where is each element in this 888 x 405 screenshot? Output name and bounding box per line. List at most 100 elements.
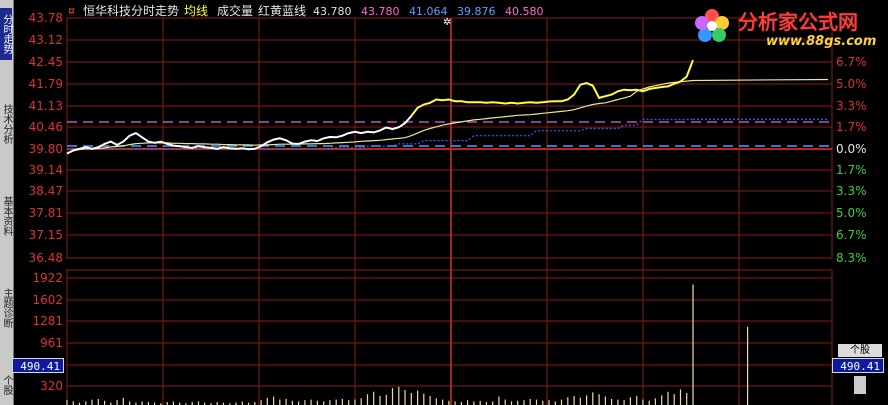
price-line-yellow [410,59,694,117]
volume-bar [586,395,588,405]
volume-bar [692,284,694,405]
flower-logo-icon [694,8,730,44]
volume-bar [129,401,131,405]
volume-bar [97,399,99,405]
volume-bar [510,401,513,405]
left-value-badge: 490.41 [12,358,64,373]
crosshair-marker: ✲ [443,17,451,28]
chart-title: 恒华科技分时走势 [83,4,179,18]
axis-labels: 43.78 43.12 42.45 41.79 41.13 40.46 39.80 39.14… [29,11,867,393]
header-marker: ¤ [68,4,75,17]
series-lines [66,59,829,155]
volume-bar [391,388,394,405]
price-tick-label: 40.46 [29,120,63,134]
volume-bar [679,389,682,405]
price-tick-label: 41.13 [29,99,63,113]
price-tick-label: 36.48 [29,251,63,265]
price-tick-label: 38.47 [29,184,63,198]
volume-tick-label: 1281 [32,314,63,328]
volume-bar [517,400,519,405]
volume-bar [467,400,469,405]
volume-bar [298,401,300,405]
volume-bar [398,386,400,405]
volume-bar [448,400,450,405]
volume-bar [636,396,638,405]
tab-fundamentals[interactable]: 基本资料 [0,188,12,244]
volume-bar [654,398,656,405]
price-tick-label: 39.14 [29,163,63,177]
volume-bar [404,390,406,405]
price-tick-label: 37.15 [29,228,63,242]
volume-bar [273,396,275,405]
volume-bar [535,399,538,405]
tab-technical[interactable]: 技术分析 [0,96,12,152]
price-tick-label: 37.81 [29,206,63,220]
volume-bar [604,396,606,405]
price-tick-label: 42.45 [29,55,63,69]
sidebar: 分时走势 技术分析 基本资料 主题诊断 个股 [0,0,14,405]
volume-tick-label: 320 [40,379,63,393]
volume-bar [529,399,531,405]
avg-line-tail [692,78,829,82]
header-value: 43.780 [313,5,352,18]
volume-bar [348,400,350,405]
bar-chart-icon[interactable] [854,376,866,394]
avg-line-label: 均线 [184,4,208,18]
volume-bar [623,400,625,405]
brand-logo: 分析家公式网 www.88gs.com [686,4,886,52]
volume-bar [611,399,613,405]
volume-bar [598,394,600,405]
volume-bar [523,400,525,405]
volume-bar [122,397,124,405]
volume-bar [629,397,631,405]
volume-bar [260,400,262,405]
volume-tick-label: 961 [40,336,63,350]
volume-bar [373,391,375,405]
volume-bar [429,396,431,405]
volume-bar [492,401,494,405]
volume-bar [197,401,200,405]
volume-bar [385,394,387,405]
volume-bar [504,399,506,405]
tab-diagnosis[interactable]: 主题诊断 [0,280,12,336]
volume-bar [85,401,87,405]
volume-bar [747,326,749,405]
grid [66,17,833,405]
volume-bar [642,399,644,405]
volume-bar [473,401,475,405]
volume-bar [554,401,556,405]
volume-bar [285,399,287,405]
volume-bar [592,392,594,405]
volume-bar [454,401,456,405]
volume-bar [542,400,544,405]
volume-bar [379,396,381,405]
volume-bar [410,393,412,405]
volume-bar [686,393,688,405]
volume-bar [366,394,369,405]
volume-bar [91,399,93,405]
brand-title: 分析家公式网 [738,10,858,34]
volume-bar [304,400,306,405]
volume-bar [560,399,563,405]
intraday-chart[interactable]: 43.78 43.12 42.45 41.79 41.13 40.46 39.80 39.14… [13,0,888,405]
volume-bar [417,390,419,405]
volume-bar [72,401,74,405]
tab-intraday[interactable]: 分时走势 [0,8,12,60]
stock-panel-button[interactable]: 个股 [838,344,882,357]
volume-tick-label: 1922 [32,271,63,285]
header-value: 40.580 [505,5,544,18]
volume-bar [661,395,663,405]
volume-bar [498,396,500,405]
volume-bar [266,397,268,405]
volume-bar [354,399,356,405]
volume-bar [423,393,425,405]
rgb-line-label: 红黄蓝线 [258,3,306,18]
tab-stock[interactable]: 个股 [0,368,12,402]
volume-bar [648,400,650,405]
header-value: 43.780 [361,5,400,18]
volume-bar [567,397,569,405]
volume-bar [316,400,318,405]
volume-tick-label: 1602 [32,293,63,307]
brand-url: www.88gs.com [766,34,877,49]
volume-bar [360,398,362,405]
